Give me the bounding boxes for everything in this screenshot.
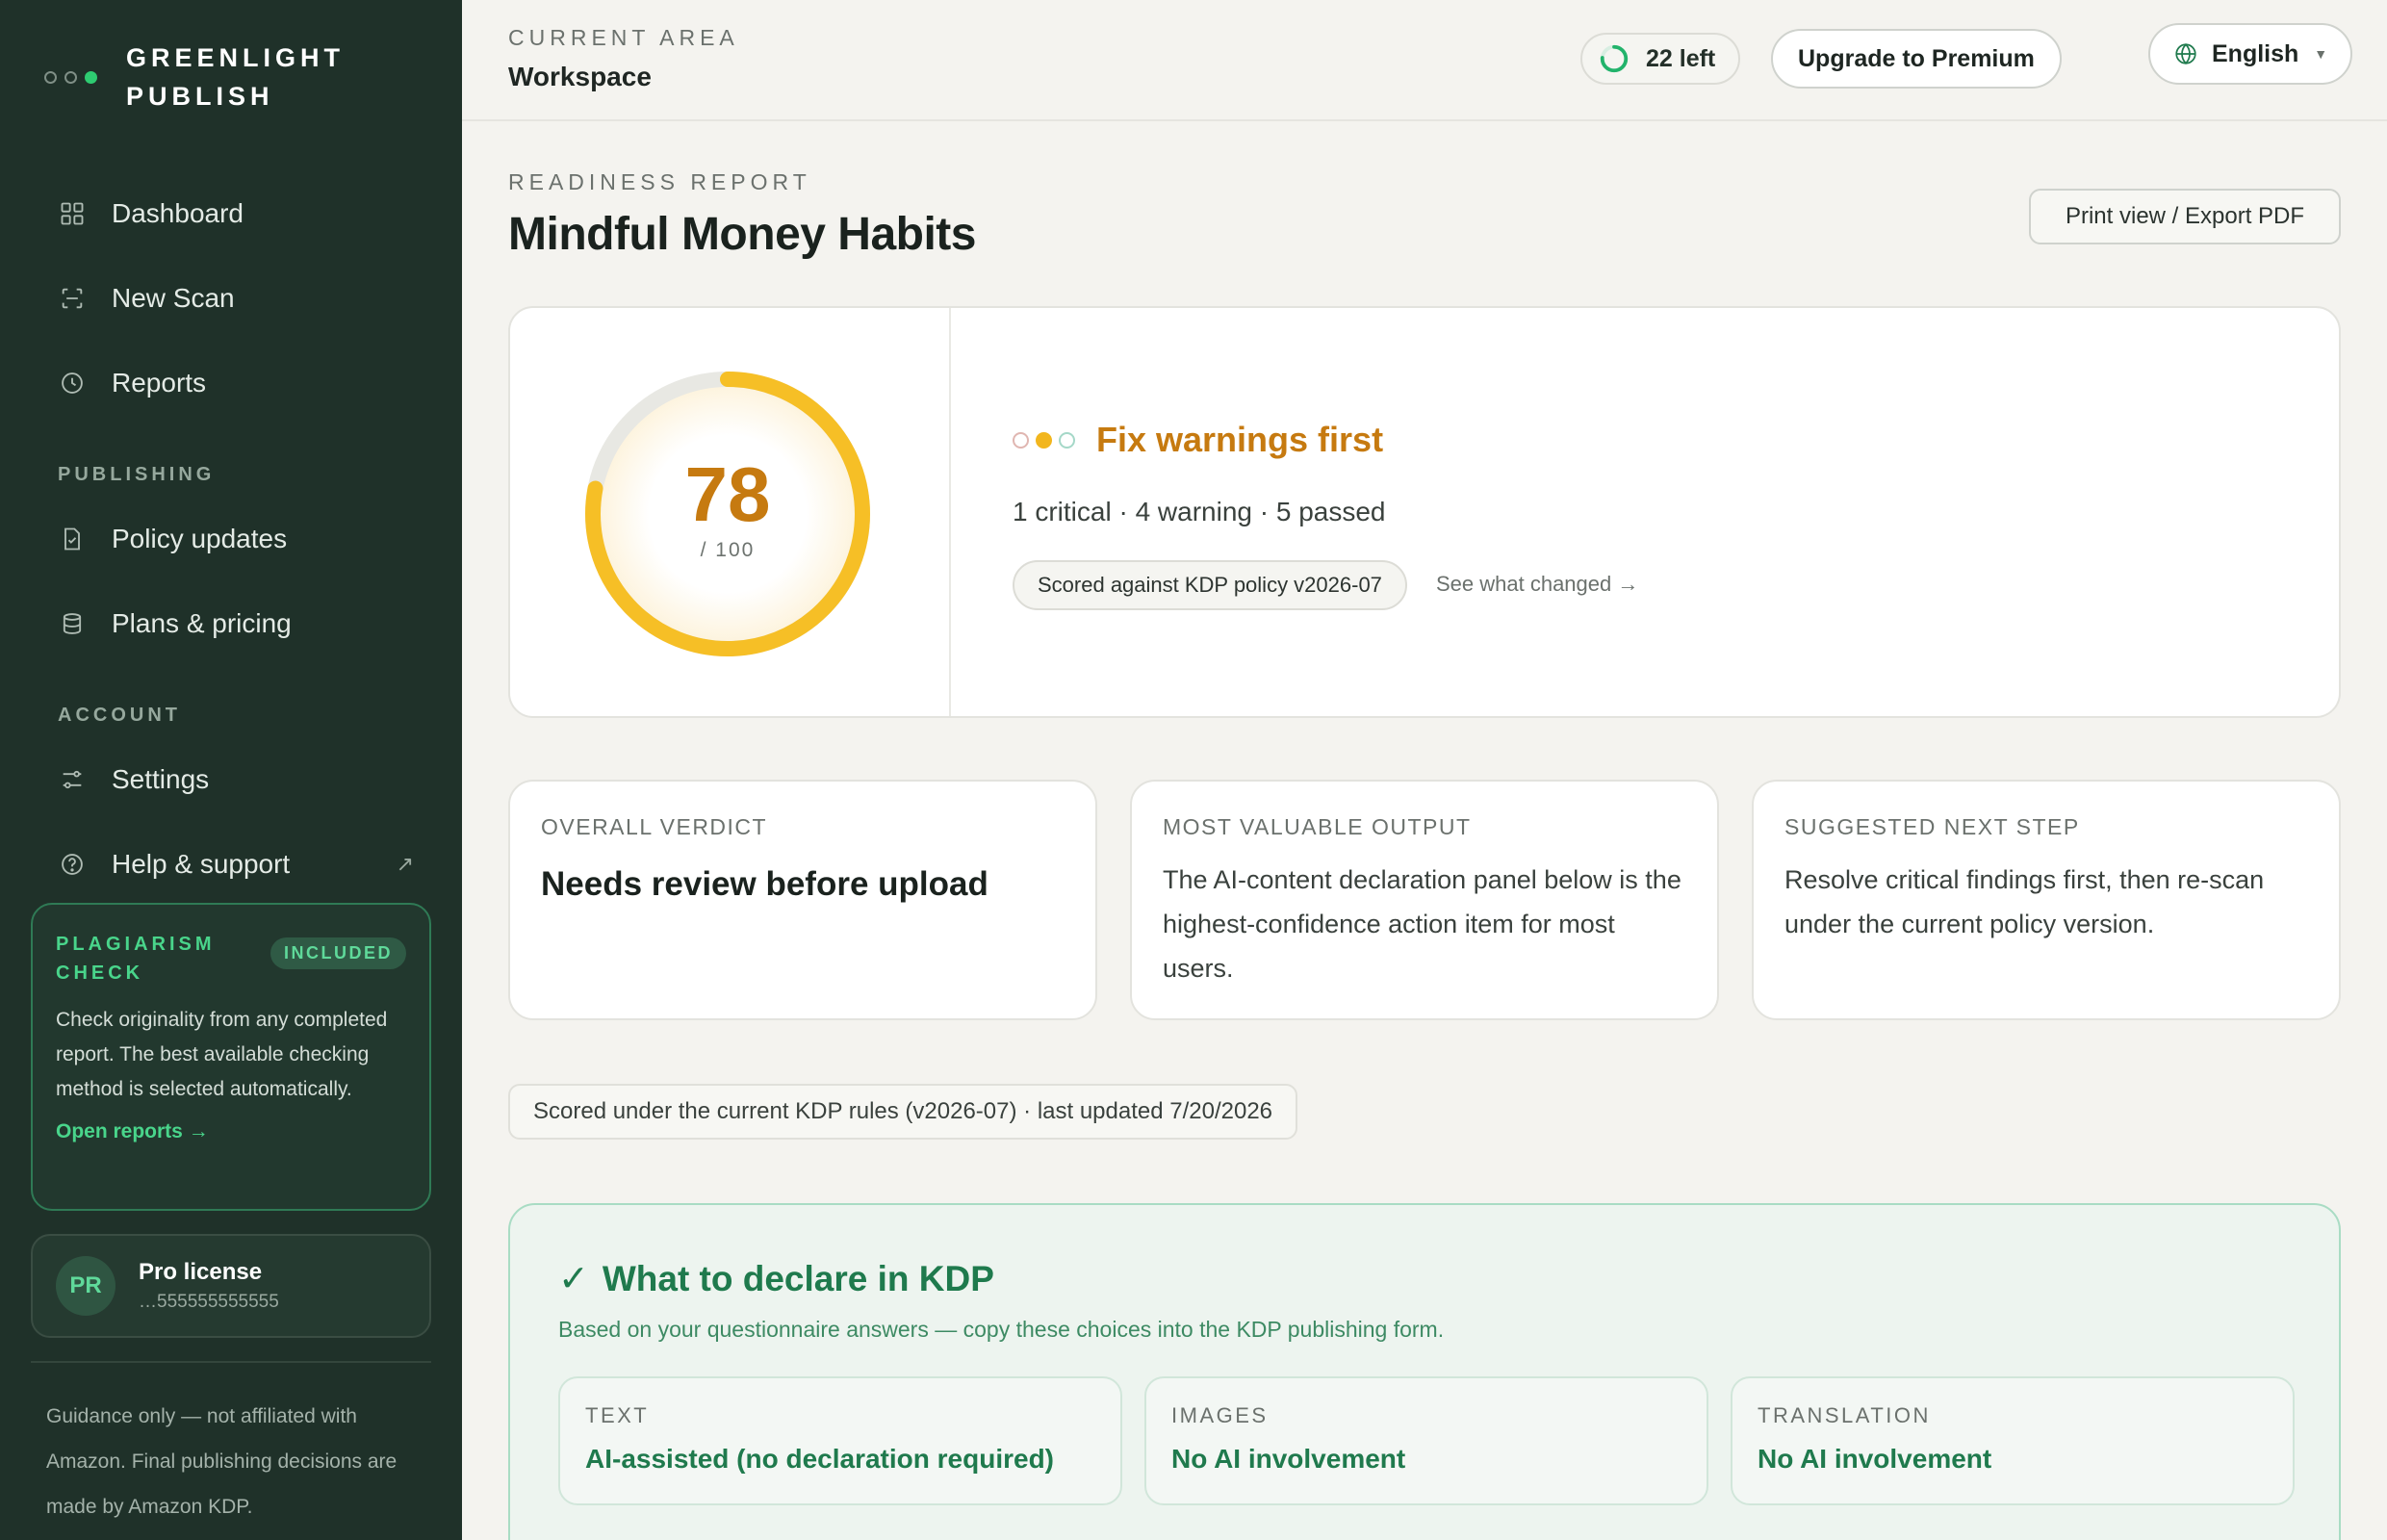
- nav-item-label: Help & support: [112, 849, 291, 879]
- upgrade-button[interactable]: Upgrade to Premium: [1771, 29, 2062, 89]
- nav-item-help-support[interactable]: Help & support ↗: [58, 841, 414, 887]
- card-value: Needs review before upload: [541, 865, 988, 903]
- current-area-value: Workspace: [508, 62, 652, 91]
- credits-pill[interactable]: 22 left: [1580, 33, 1741, 85]
- declare-value: No AI involvement: [1171, 1444, 1406, 1474]
- status-row: Fix warnings first: [1013, 420, 1383, 460]
- page-title: Mindful Money Habits: [508, 209, 976, 260]
- score-value: 78: [684, 451, 771, 537]
- license-key: …555555555555: [139, 1292, 279, 1312]
- current-area-label: CURRENT AREA: [508, 25, 739, 50]
- section-label-account: ACCOUNT: [58, 705, 181, 726]
- nav-item-label: New Scan: [112, 283, 235, 313]
- sidebar-divider: [31, 1361, 431, 1363]
- declare-value: No AI involvement: [1758, 1444, 1992, 1474]
- nav-item-reports[interactable]: Reports: [58, 360, 414, 406]
- sliders-icon: [58, 765, 87, 794]
- card-label: OVERALL VERDICT: [541, 814, 768, 839]
- database-icon: [58, 609, 87, 638]
- plagiarism-description: Check originality from any completed rep…: [56, 1009, 388, 1100]
- avatar: PR: [56, 1256, 116, 1316]
- check-icon: ✓: [558, 1259, 589, 1299]
- nav-item-label: Reports: [112, 368, 207, 398]
- license-card[interactable]: PR Pro license …555555555555: [31, 1234, 431, 1338]
- declare-label: TEXT: [585, 1403, 650, 1427]
- declare-title-text: What to declare in KDP: [602, 1258, 994, 1298]
- report-eyebrow: READINESS REPORT: [508, 169, 811, 194]
- credits-text: 22 left: [1646, 44, 1716, 72]
- card-most-valuable-output: MOST VALUABLE OUTPUT The AI-content decl…: [1130, 780, 1719, 1020]
- logo-dots-icon: [44, 70, 97, 84]
- included-badge: INCLUDED: [270, 937, 406, 969]
- plagiarism-title: PLAGIARISM CHECK: [56, 934, 216, 984]
- card-text: The AI-content declaration panel below i…: [1163, 865, 1681, 983]
- nav-item-plans-pricing[interactable]: Plans & pricing: [58, 601, 414, 647]
- help-circle-icon: [58, 850, 87, 879]
- declare-label: TRANSLATION: [1758, 1403, 1931, 1427]
- score-max: / 100: [700, 539, 756, 561]
- status-title: Fix warnings first: [1096, 420, 1384, 459]
- chevron-down-icon: ▼: [2314, 46, 2328, 62]
- top-header: CURRENT AREA Workspace 22 left Upgrade t…: [462, 0, 2387, 121]
- nav-item-label: Dashboard: [112, 198, 244, 228]
- score-card: 78 / 100 Fix warnings first 1 critical ·…: [508, 306, 2341, 718]
- declare-images-box: IMAGES No AI involvement: [1144, 1376, 1708, 1505]
- see-what-changed-link[interactable]: See what changed →: [1436, 572, 1638, 597]
- progress-ring-icon: [1600, 44, 1629, 73]
- section-label-publishing: PUBLISHING: [58, 464, 216, 485]
- rules-note: Scored under the current KDP rules (v202…: [508, 1084, 1298, 1140]
- globe-icon: [2175, 42, 2196, 65]
- license-name: Pro license: [139, 1259, 263, 1285]
- card-text: Resolve critical findings first, then re…: [1784, 865, 2265, 938]
- declare-panel: ✓ What to declare in KDP Based on your q…: [508, 1203, 2341, 1540]
- findings-counts: 1 critical · 4 warning · 5 passed: [1013, 497, 1386, 526]
- brand-logo[interactable]: GREENLIGHT PUBLISH: [44, 38, 357, 116]
- language-label: English: [2212, 39, 2299, 67]
- print-export-button[interactable]: Print view / Export PDF: [2029, 189, 2341, 244]
- scan-icon: [58, 284, 87, 313]
- brand-name: GREENLIGHT PUBLISH: [126, 43, 346, 111]
- score-divider: [949, 308, 951, 716]
- grid-icon: [58, 199, 87, 228]
- open-reports-link[interactable]: Open reports →: [56, 1120, 406, 1143]
- language-selector[interactable]: English ▼: [2148, 23, 2353, 85]
- nav-item-label: Settings: [112, 764, 210, 794]
- card-label: MOST VALUABLE OUTPUT: [1163, 814, 1472, 839]
- card-suggested-next-step: SUGGESTED NEXT STEP Resolve critical fin…: [1752, 780, 2341, 1020]
- nav-item-settings[interactable]: Settings: [58, 757, 414, 803]
- plagiarism-check-card: PLAGIARISM CHECK INCLUDED Check original…: [31, 903, 431, 1211]
- declare-title: ✓ What to declare in KDP: [558, 1257, 994, 1300]
- status-dots-icon: [1013, 431, 1075, 449]
- nav-item-dashboard[interactable]: Dashboard: [58, 191, 414, 237]
- nav-item-label: Plans & pricing: [112, 608, 292, 638]
- policy-version-chip: Scored against KDP policy v2026-07: [1013, 560, 1407, 610]
- nav-item-label: Policy updates: [112, 524, 288, 553]
- clock-icon: [58, 369, 87, 398]
- sidebar: GREENLIGHT PUBLISH Dashboard New Scan Re…: [0, 0, 462, 1540]
- sidebar-disclaimer: Guidance only — not affiliated with Amaz…: [46, 1405, 398, 1518]
- card-label: SUGGESTED NEXT STEP: [1784, 814, 2080, 839]
- nav-item-policy-updates[interactable]: Policy updates: [58, 516, 414, 562]
- declare-translation-box: TRANSLATION No AI involvement: [1731, 1376, 2295, 1505]
- declare-value: AI-assisted (no declaration required): [585, 1444, 1054, 1474]
- declare-label: IMAGES: [1171, 1403, 1269, 1427]
- declare-subtitle: Based on your questionnaire answers — co…: [558, 1317, 1445, 1342]
- document-check-icon: [58, 525, 87, 553]
- nav-item-new-scan[interactable]: New Scan: [58, 275, 414, 321]
- declare-text-box: TEXT AI-assisted (no declaration require…: [558, 1376, 1122, 1505]
- external-link-icon: ↗: [396, 852, 414, 876]
- card-overall-verdict: OVERALL VERDICT Needs review before uplo…: [508, 780, 1097, 1020]
